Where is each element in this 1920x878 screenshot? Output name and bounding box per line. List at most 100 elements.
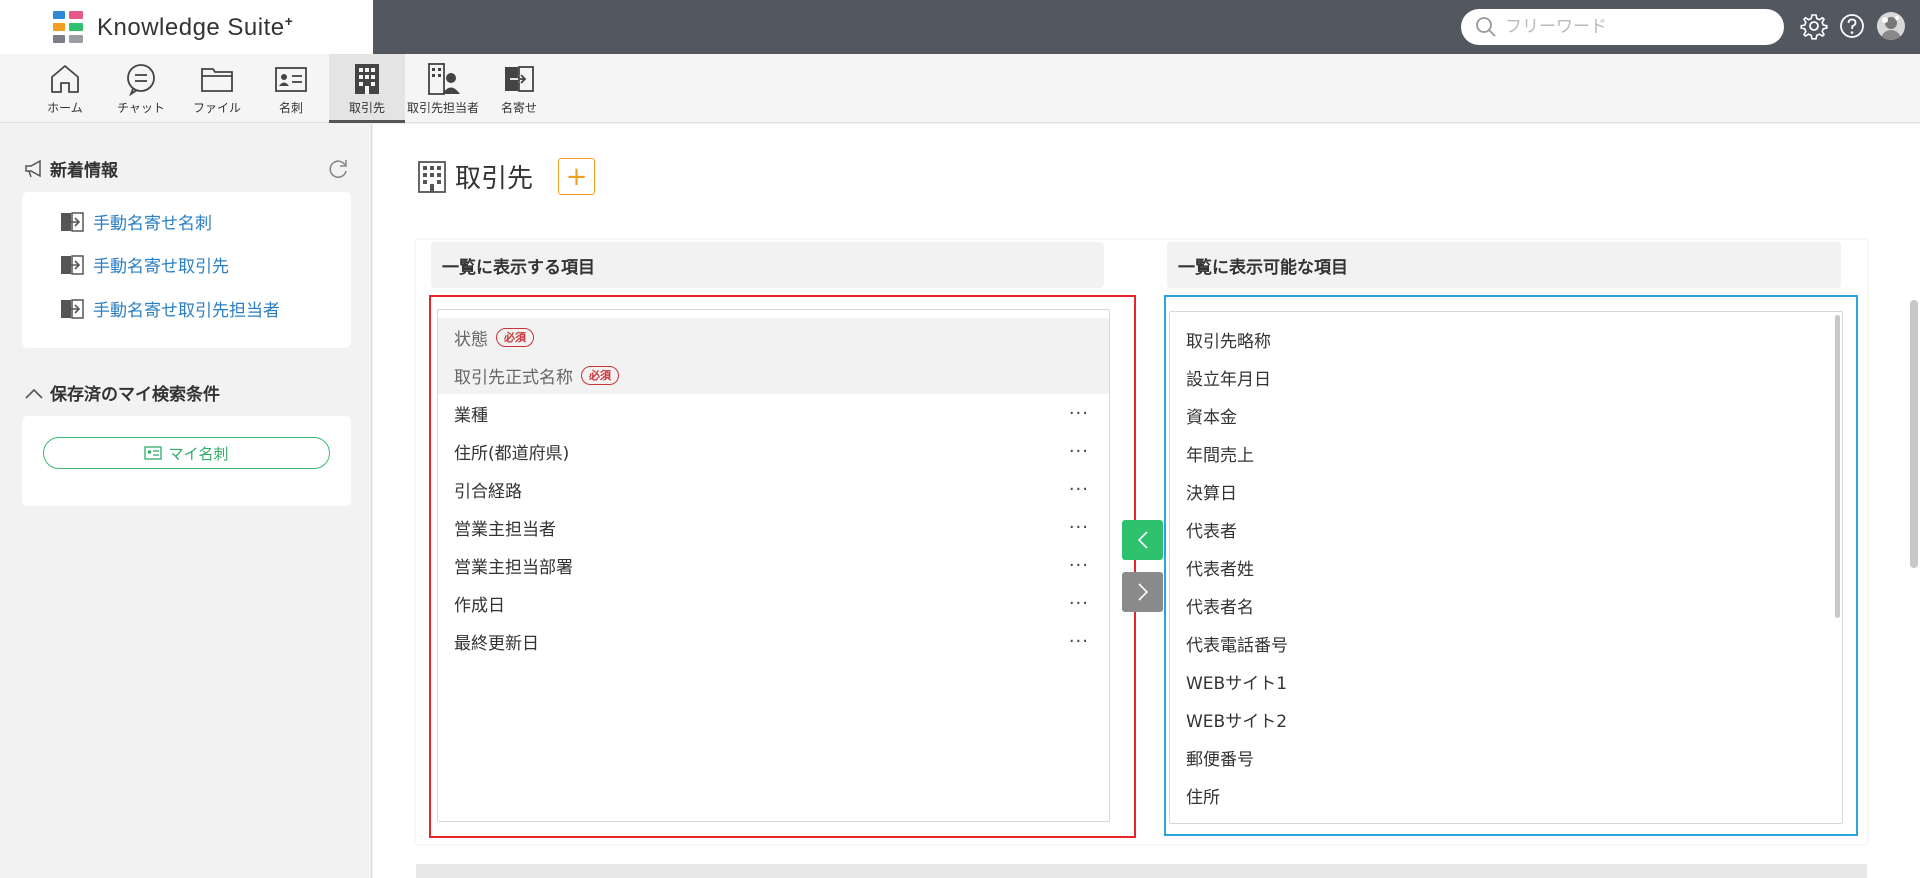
- chevron-right-icon: [1137, 583, 1148, 601]
- business-card-icon: [144, 446, 163, 460]
- news-link-accounts[interactable]: 手動名寄せ取引先: [60, 252, 229, 277]
- displayed-columns-header: 一覧に表示する項目: [431, 242, 1104, 288]
- news-link-contacts[interactable]: 手動名寄せ取引先担当者: [60, 296, 280, 321]
- nav-label-business-card: 名刺: [278, 101, 303, 115]
- saved-search-header[interactable]: 保存済のマイ検索条件: [24, 380, 220, 405]
- list-item[interactable]: WEBサイト2: [1170, 700, 1287, 738]
- main-content: 取引先 + 一覧に表示する項目 一覧に表示可能な項目 状態 必須 取引先正式名称…: [373, 124, 1920, 878]
- page-title-text: 取引先: [455, 164, 534, 194]
- list-item[interactable]: 代表者名: [1170, 586, 1254, 624]
- nav-merge[interactable]: 名寄せ: [481, 54, 557, 123]
- main-nav: ホーム チャット ファイル 名刺 取引先 取引先担当者 名寄せ: [0, 54, 1920, 123]
- list-item[interactable]: 営業主担当者 ···: [438, 508, 1109, 546]
- add-account-button[interactable]: +: [558, 158, 595, 195]
- more-options-icon[interactable]: ···: [1069, 403, 1089, 424]
- sidebar: 新着情報 手動名寄せ名刺 手動名寄せ取引先 手動名寄せ取引先担当者 保存済のマイ…: [0, 124, 372, 878]
- logo-mark-icon: [53, 11, 83, 43]
- list-item[interactable]: 業種 ···: [438, 394, 1109, 432]
- list-item[interactable]: 資本金: [1170, 396, 1237, 434]
- list-item-required: 状態 必須: [438, 318, 1109, 356]
- chevron-up-icon: [25, 388, 43, 399]
- displayed-columns-highlight: 状態 必須 取引先正式名称 必須 業種 ··· 住所(都道府県) ··· 引合経路 ·…: [429, 295, 1136, 838]
- list-item[interactable]: 作成日 ···: [438, 584, 1109, 622]
- nav-label-accounts: 取引先: [348, 101, 385, 115]
- nav-label-home: ホーム: [47, 101, 83, 115]
- nav-accounts[interactable]: 取引先: [329, 54, 405, 123]
- nav-chat[interactable]: チャット: [103, 54, 179, 123]
- list-item[interactable]: 代表者姓: [1170, 548, 1254, 586]
- list-item[interactable]: 年間売上: [1170, 434, 1254, 472]
- more-options-icon[interactable]: ···: [1069, 441, 1089, 462]
- merge-icon: [61, 211, 84, 232]
- search-input[interactable]: [1505, 17, 1775, 37]
- list-item-label: 引合経路: [454, 481, 522, 502]
- building-icon: [418, 160, 446, 193]
- news-header: 新着情報: [24, 156, 118, 181]
- news-link-cards[interactable]: 手動名寄せ名刺: [60, 209, 212, 234]
- list-item[interactable]: WEBサイト1: [1170, 662, 1287, 700]
- saved-search-title: 保存済のマイ検索条件: [50, 385, 220, 405]
- help-icon[interactable]: [1838, 12, 1866, 40]
- app-title: Knowledge Suite: [97, 13, 285, 41]
- list-item[interactable]: 代表電話番号: [1170, 624, 1288, 662]
- list-item[interactable]: 代表者: [1170, 510, 1237, 548]
- news-link-contacts-label: 手動名寄せ取引先担当者: [93, 301, 280, 321]
- chat-icon: [127, 64, 155, 96]
- list-item[interactable]: 引合経路 ···: [438, 470, 1109, 508]
- available-columns-header: 一覧に表示可能な項目: [1167, 242, 1841, 288]
- news-card: 手動名寄せ名刺 手動名寄せ取引先 手動名寄せ取引先担当者: [22, 192, 351, 348]
- list-item[interactable]: 住所(都道府県) ···: [438, 432, 1109, 470]
- list-item-label: 住所(都道府県): [454, 443, 570, 464]
- move-right-button[interactable]: [1122, 572, 1163, 612]
- footer-toolbar: [416, 864, 1867, 878]
- search-box[interactable]: [1461, 9, 1784, 45]
- nav-contacts[interactable]: 取引先担当者: [405, 54, 481, 123]
- contact-person-icon: [428, 63, 460, 95]
- more-options-icon[interactable]: ···: [1069, 479, 1089, 500]
- home-icon: [51, 65, 79, 93]
- more-options-icon[interactable]: ···: [1069, 631, 1089, 652]
- app-title-sup: +: [284, 12, 294, 29]
- merge-icon: [61, 254, 84, 275]
- displayed-columns-list[interactable]: 状態 必須 取引先正式名称 必須 業種 ··· 住所(都道府県) ··· 引合経路 ·…: [437, 309, 1110, 822]
- folder-icon: [201, 68, 233, 92]
- list-item-label: 状態: [454, 329, 488, 350]
- more-options-icon[interactable]: ···: [1069, 593, 1089, 614]
- nav-file[interactable]: ファイル: [179, 54, 255, 123]
- business-card-icon: [275, 67, 307, 92]
- list-item[interactable]: 営業主担当部署 ···: [438, 546, 1109, 584]
- more-options-icon[interactable]: ···: [1069, 517, 1089, 538]
- chevron-left-icon: [1137, 531, 1148, 549]
- top-bar: Knowledge Suite+: [0, 0, 1920, 54]
- nav-home[interactable]: ホーム: [27, 54, 103, 123]
- list-item[interactable]: 取引先略称: [1170, 320, 1271, 358]
- news-title: 新着情報: [50, 161, 118, 181]
- news-link-cards-label: 手動名寄せ名刺: [93, 214, 212, 234]
- avatar-icon: [1881, 16, 1901, 40]
- list-item[interactable]: 最終更新日 ···: [438, 622, 1109, 660]
- list-item[interactable]: 住所: [1170, 776, 1220, 814]
- move-left-button[interactable]: [1122, 520, 1163, 560]
- list-item[interactable]: 決算日: [1170, 472, 1237, 510]
- page-scrollbar[interactable]: [1910, 300, 1918, 568]
- search-icon: [1476, 17, 1496, 37]
- saved-search-card: マイ名刺: [22, 416, 351, 506]
- refresh-icon[interactable]: [326, 157, 350, 181]
- my-card-button[interactable]: マイ名刺: [43, 437, 330, 469]
- page-title: 取引先: [417, 158, 533, 195]
- nav-label-merge: 名寄せ: [500, 101, 537, 115]
- list-item-label: 取引先正式名称: [454, 367, 573, 388]
- nav-business-card[interactable]: 名刺: [253, 54, 329, 123]
- required-badge: 必須: [496, 327, 534, 347]
- list-item-label: 作成日: [454, 595, 505, 616]
- list-scrollbar[interactable]: [1835, 315, 1840, 618]
- avatar[interactable]: [1877, 12, 1905, 40]
- available-columns-list[interactable]: 取引先略称 設立年月日 資本金 年間売上 決算日 代表者 代表者姓 代表者名 代…: [1169, 311, 1843, 824]
- list-item-required: 取引先正式名称 必須: [438, 356, 1109, 394]
- megaphone-icon: [25, 159, 41, 177]
- list-item[interactable]: 郵便番号: [1170, 738, 1254, 776]
- list-item[interactable]: 設立年月日: [1170, 358, 1271, 396]
- app-logo[interactable]: Knowledge Suite+: [0, 0, 373, 54]
- gear-icon[interactable]: [1800, 12, 1828, 40]
- more-options-icon[interactable]: ···: [1069, 555, 1089, 576]
